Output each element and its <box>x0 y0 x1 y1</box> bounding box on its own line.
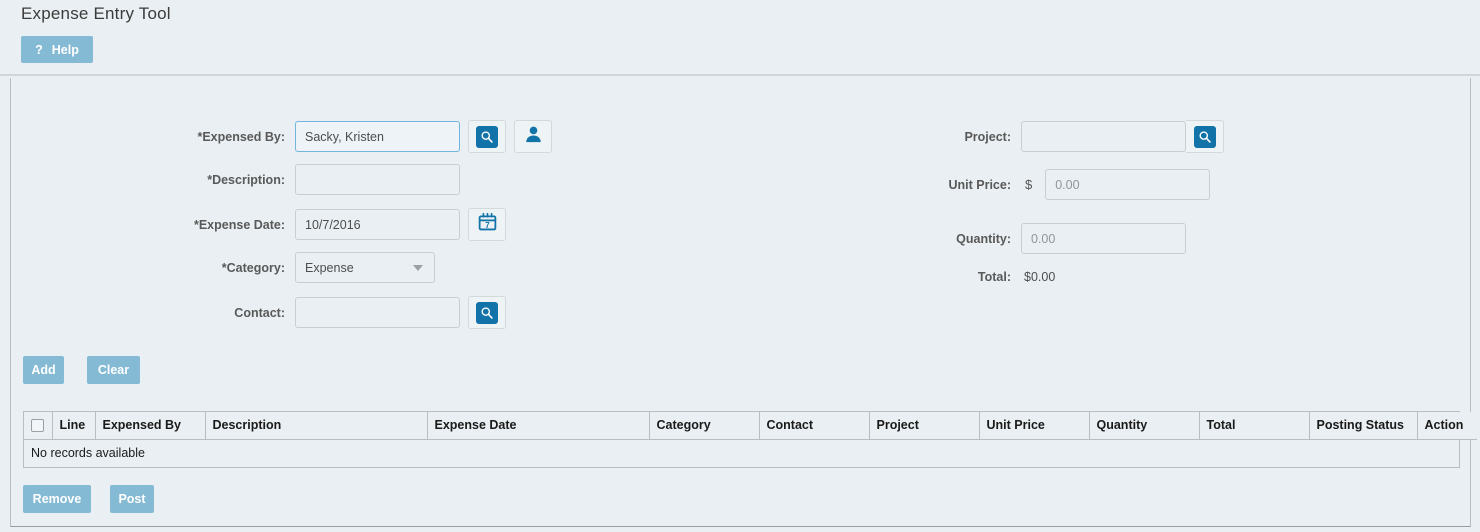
expensed-by-person-button[interactable] <box>514 120 552 153</box>
clear-button[interactable]: Clear <box>87 356 140 384</box>
quantity-label: Quantity: <box>956 231 1011 246</box>
field-row-total: Total: $0.00 <box>841 270 1055 284</box>
select-all-checkbox[interactable] <box>31 419 45 433</box>
field-row-expense-date: *Expense Date: 7 <box>11 208 506 241</box>
add-button[interactable]: Add <box>23 356 64 384</box>
post-button[interactable]: Post <box>110 485 154 513</box>
column-header-expense-date[interactable]: Expense Date <box>427 412 650 440</box>
calendar-icon: 7 <box>477 212 498 238</box>
contact-search-button[interactable] <box>468 296 506 329</box>
category-selected-value: Expense <box>305 260 354 275</box>
expensed-by-search-button[interactable] <box>468 120 506 153</box>
column-header-category[interactable]: Category <box>649 412 760 440</box>
contact-label: Contact: <box>234 305 285 320</box>
field-row-description: *Description: <box>11 164 460 195</box>
category-select[interactable]: Expense <box>295 252 435 283</box>
field-row-category: *Category: Expense <box>11 252 435 283</box>
unit-price-label: Unit Price: <box>948 177 1011 192</box>
column-header-expensed-by[interactable]: Expensed By <box>95 412 206 440</box>
quantity-input[interactable] <box>1021 223 1186 254</box>
field-row-project: Project: <box>841 120 1224 153</box>
description-input[interactable] <box>295 164 460 195</box>
contact-input[interactable] <box>295 297 460 328</box>
currency-symbol: $ <box>1025 177 1033 192</box>
project-label: Project: <box>964 129 1011 144</box>
description-label: *Description: <box>207 172 285 187</box>
column-header-line[interactable]: Line <box>52 412 96 440</box>
project-input[interactable] <box>1021 121 1186 152</box>
svg-text:7: 7 <box>485 220 490 229</box>
app-header: Expense Entry Tool ? Help <box>0 0 1480 76</box>
unit-price-input[interactable] <box>1045 169 1211 200</box>
column-header-total[interactable]: Total <box>1199 412 1310 440</box>
expensed-by-input[interactable] <box>295 121 460 152</box>
expensed-by-label: *Expensed By: <box>197 129 285 144</box>
column-header-project[interactable]: Project <box>869 412 980 440</box>
search-icon <box>476 125 498 148</box>
search-icon <box>476 301 498 324</box>
total-label: Total: <box>977 270 1011 284</box>
column-header-unit-price[interactable]: Unit Price <box>979 412 1090 440</box>
column-header-action[interactable]: Action <box>1417 412 1477 440</box>
column-header-description[interactable]: Description <box>205 412 428 440</box>
field-row-unit-price: Unit Price: $ <box>841 169 1211 200</box>
help-button[interactable]: ? Help <box>21 36 93 63</box>
expense-date-label: *Expense Date: <box>193 217 285 232</box>
content-panel: *Expensed By: *Description: *Expen <box>10 78 1477 527</box>
column-header-posting-status[interactable]: Posting Status <box>1309 412 1418 440</box>
remove-button[interactable]: Remove <box>23 485 91 513</box>
person-icon <box>524 125 543 149</box>
expense-date-input[interactable] <box>295 209 460 240</box>
search-icon <box>1193 125 1216 148</box>
column-header-contact[interactable]: Contact <box>759 412 870 440</box>
expense-lines-table: Line Expensed By Description Expense Dat… <box>23 411 1477 468</box>
select-all-header <box>24 412 53 440</box>
help-button-label: Help <box>51 42 79 57</box>
project-search-button[interactable] <box>1186 120 1224 153</box>
question-mark-icon: ? <box>35 42 43 57</box>
field-row-quantity: Quantity: <box>841 223 1186 254</box>
table-empty-row: No records available <box>24 439 1477 467</box>
field-row-expensed-by: *Expensed By: <box>11 120 552 153</box>
expense-date-calendar-button[interactable]: 7 <box>468 208 506 241</box>
table-header-row: Line Expensed By Description Expense Dat… <box>24 412 1477 440</box>
empty-message: No records available <box>31 446 145 461</box>
field-row-contact: Contact: <box>11 296 506 329</box>
column-header-quantity[interactable]: Quantity <box>1089 412 1200 440</box>
category-label: *Category: <box>221 260 285 275</box>
page-title: Expense Entry Tool <box>21 4 171 23</box>
chevron-down-icon <box>413 264 423 271</box>
total-value: $0.00 <box>1024 270 1056 284</box>
